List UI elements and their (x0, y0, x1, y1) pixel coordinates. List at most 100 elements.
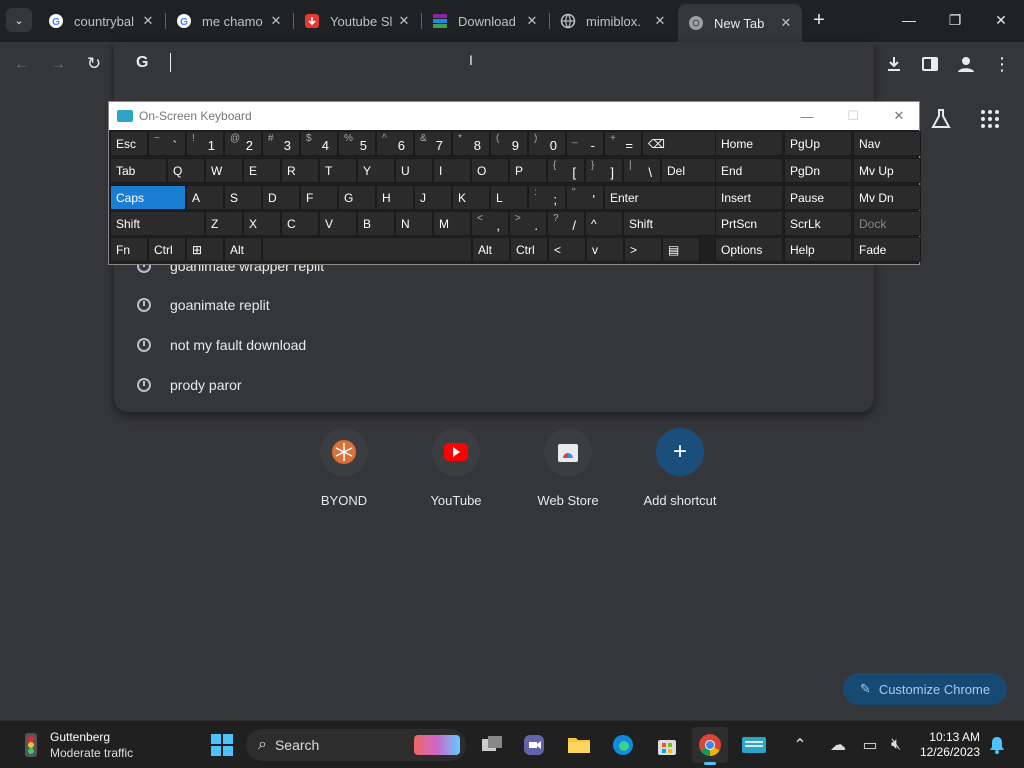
close-tab-icon[interactable]: ✕ (650, 11, 670, 31)
osk-nav-key[interactable]: Fade (853, 237, 921, 262)
osk-key[interactable]: #3 (262, 131, 300, 156)
osk-key[interactable]: T (319, 158, 357, 183)
osk-nav-key[interactable]: Mv Dn (853, 185, 921, 210)
osk-key[interactable]: (9 (490, 131, 528, 156)
osk-key[interactable]: L (490, 185, 528, 210)
osk-key[interactable]: >. (509, 211, 547, 236)
menu-icon[interactable]: ⋮ (989, 51, 1015, 77)
osk-key[interactable]: V (319, 211, 357, 236)
shortcut-tile[interactable]: YouTube (400, 428, 512, 508)
network-icon[interactable]: ▭ (858, 727, 882, 763)
osk-nav-key[interactable]: End (715, 158, 783, 183)
close-tab-icon[interactable]: ✕ (266, 11, 286, 31)
osk-key[interactable]: v (586, 237, 624, 262)
osk-key[interactable]: + = (604, 131, 642, 156)
osk-key[interactable]: Enter (604, 185, 718, 210)
minimize-button[interactable]: — (886, 0, 932, 40)
osk-key[interactable]: & 7 (414, 131, 452, 156)
osk-key[interactable]: ⌫ (642, 131, 718, 156)
osk-key[interactable]: :; (528, 185, 566, 210)
osk-key[interactable]: {[ (547, 158, 585, 183)
osk-key[interactable]: Q (167, 158, 205, 183)
osk-key[interactable] (262, 237, 472, 262)
osk-key[interactable]: M (433, 211, 471, 236)
weather-title[interactable]: Guttenberg (50, 730, 110, 744)
microsoft-store-icon[interactable] (649, 727, 685, 763)
add-shortcut-button[interactable]: + Add shortcut (624, 428, 736, 508)
edge-icon[interactable] (605, 727, 641, 763)
osk-key[interactable]: Esc (110, 131, 148, 156)
osk-key[interactable]: W (205, 158, 243, 183)
close-tab-icon[interactable]: ✕ (138, 11, 158, 31)
new-tab-button[interactable]: + (808, 9, 830, 31)
osk-key[interactable]: ? / (547, 211, 585, 236)
side-panel-icon[interactable] (917, 51, 943, 77)
close-tab-icon[interactable]: ✕ (522, 11, 542, 31)
customize-chrome-button[interactable]: ✎ Customize Chrome (843, 673, 1007, 705)
taskbar-search[interactable]: ⌕ Search (246, 729, 466, 761)
osk-nav-key[interactable]: Dock (853, 211, 921, 236)
shortcut-tile[interactable]: Web Store (512, 428, 624, 508)
osk-key[interactable]: E (243, 158, 281, 183)
osk-key[interactable]: Caps (110, 185, 186, 210)
onedrive-icon[interactable]: ☁ (826, 727, 850, 763)
osk-key[interactable]: Fn (110, 237, 148, 262)
osk-nav-key[interactable]: Mv Up (853, 158, 921, 183)
osk-minimize-button[interactable]: — (784, 102, 830, 130)
osk-key[interactable]: _ - (566, 131, 604, 156)
osk-key[interactable]: @2 (224, 131, 262, 156)
tab-5[interactable]: mimiblox. ✕ (550, 6, 676, 36)
osk-nav-key[interactable]: Nav (853, 131, 921, 156)
osk-taskbar-icon[interactable] (736, 727, 772, 763)
osk-nav-key[interactable]: PrtScn (715, 211, 783, 236)
osk-key[interactable]: O (471, 158, 509, 183)
osk-key[interactable]: P (509, 158, 547, 183)
osk-key[interactable]: Y (357, 158, 395, 183)
osk-key[interactable]: Ctrl (510, 237, 548, 262)
tab-6[interactable]: New Tab ✕ (678, 4, 802, 42)
download-icon[interactable] (881, 51, 907, 77)
osk-key[interactable]: U (395, 158, 433, 183)
back-button[interactable]: ← (10, 52, 34, 76)
osk-key[interactable]: K (452, 185, 490, 210)
osk-maximize-button[interactable]: ☐ (830, 102, 876, 130)
teams-chat-icon[interactable] (516, 727, 552, 763)
omnibox-input[interactable] (170, 53, 171, 72)
close-window-button[interactable]: ✕ (978, 0, 1024, 40)
suggestion-item[interactable]: prody paror (114, 365, 874, 405)
osk-key[interactable]: ^ 6 (376, 131, 414, 156)
osk-nav-key[interactable]: Options (715, 237, 783, 262)
osk-nav-key[interactable]: PgUp (784, 131, 852, 156)
osk-key[interactable]: Alt (472, 237, 510, 262)
osk-key[interactable]: A (186, 185, 224, 210)
task-view-icon[interactable] (474, 727, 510, 763)
osk-key[interactable]: B (357, 211, 395, 236)
forward-button[interactable]: → (46, 52, 70, 76)
osk-key[interactable]: Alt (224, 237, 262, 262)
osk-nav-key[interactable]: PgDn (784, 158, 852, 183)
osk-key[interactable]: ^ (585, 211, 623, 236)
osk-key[interactable]: }] (585, 158, 623, 183)
tab-search-button[interactable]: ⌄ (6, 8, 32, 32)
profile-icon[interactable] (953, 51, 979, 77)
close-tab-icon[interactable]: ✕ (776, 13, 796, 33)
labs-flask-icon[interactable] (928, 106, 954, 132)
tab-1[interactable]: Gcountrybal ✕ (38, 6, 164, 36)
osk-key[interactable]: X (243, 211, 281, 236)
osk-key[interactable]: ▤ (662, 237, 700, 262)
osk-key[interactable]: ) 0 (528, 131, 566, 156)
osk-nav-key[interactable]: Insert (715, 185, 783, 210)
osk-close-button[interactable]: ✕ (876, 102, 922, 130)
tab-2[interactable]: Gme chamo ✕ (166, 6, 292, 36)
osk-key[interactable]: * 8 (452, 131, 490, 156)
osk-key[interactable]: < (548, 237, 586, 262)
osk-key[interactable]: R (281, 158, 319, 183)
osk-key[interactable]: <, (471, 211, 509, 236)
tray-chevron-up-icon[interactable]: ⌃ (788, 727, 812, 763)
file-explorer-icon[interactable] (561, 727, 597, 763)
osk-nav-key[interactable]: Help (784, 237, 852, 262)
osk-key[interactable]: Z (205, 211, 243, 236)
tab-3[interactable]: Youtube Sl ✕ (294, 6, 420, 36)
osk-key[interactable]: Shift (623, 211, 718, 236)
osk-key[interactable]: ! 1 (186, 131, 224, 156)
